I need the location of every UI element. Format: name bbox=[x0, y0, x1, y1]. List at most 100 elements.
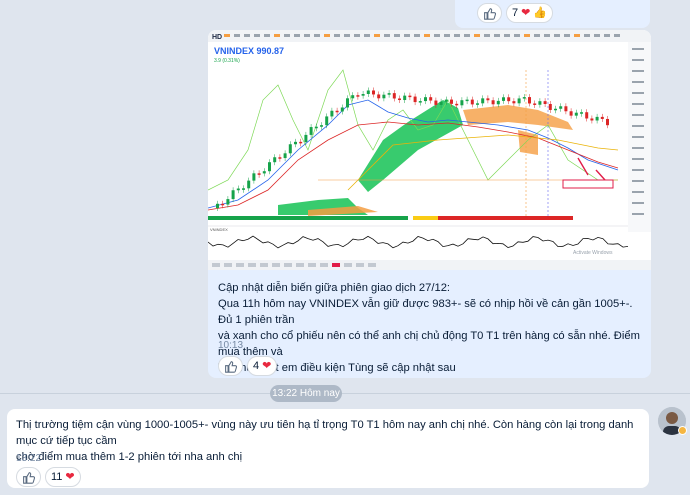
price-tick bbox=[632, 114, 644, 116]
chart-image[interactable]: HD VNINDEX 990.87 3.9 (0.31%) VNINDEX Ac… bbox=[208, 30, 651, 270]
toolbar-tick bbox=[534, 34, 540, 37]
candle bbox=[257, 173, 261, 175]
incoming-message-bubble: Thị trường tiệm cận vùng 1000-1005+- vùn… bbox=[7, 409, 649, 488]
message-reactions: 11 ❤ bbox=[16, 467, 81, 487]
text-line: Thị trường tiệm cận vùng 1000-1005+- vùn… bbox=[16, 419, 634, 447]
toolbar-tick bbox=[334, 34, 340, 37]
text-line: và xanh cho cổ phiếu nên có thể anh chị … bbox=[218, 330, 640, 358]
candle bbox=[418, 101, 422, 103]
thumbs-up-emoji-icon: 👍 bbox=[533, 6, 548, 19]
reaction-summary[interactable]: 11 ❤ bbox=[45, 467, 81, 487]
candle bbox=[502, 97, 505, 101]
thumbs-up-icon bbox=[225, 360, 237, 373]
toolbar-tick bbox=[594, 34, 600, 37]
candle bbox=[236, 188, 240, 191]
candle bbox=[387, 93, 391, 95]
toolbar-tick bbox=[494, 34, 500, 37]
toolbar-tick bbox=[364, 34, 370, 37]
candle bbox=[569, 111, 573, 116]
toolbar-tick bbox=[274, 34, 280, 37]
candle bbox=[247, 180, 251, 189]
watermark: Activate Windows bbox=[573, 250, 613, 256]
candle bbox=[590, 118, 594, 121]
toolbar-tick bbox=[554, 34, 560, 37]
candle bbox=[486, 98, 490, 101]
like-button[interactable] bbox=[16, 467, 41, 487]
candle bbox=[559, 106, 563, 109]
candle bbox=[512, 101, 516, 104]
toolbar-tick bbox=[564, 34, 570, 37]
svg-text:HD: HD bbox=[212, 34, 222, 41]
candle bbox=[600, 116, 604, 119]
price-tick bbox=[632, 169, 644, 171]
candle bbox=[522, 97, 526, 99]
toolbar-tick bbox=[260, 263, 268, 267]
toolbar-tick bbox=[284, 34, 290, 37]
toolbar-tick bbox=[236, 263, 244, 267]
price-tick bbox=[632, 125, 644, 127]
message-time: 10:13 bbox=[218, 340, 244, 351]
price-tick bbox=[632, 191, 644, 193]
price-tick bbox=[632, 48, 644, 50]
candle bbox=[231, 190, 235, 200]
chart-subtitle: 3.9 (0.31%) bbox=[214, 58, 240, 64]
toolbar-tick bbox=[356, 263, 364, 267]
candle bbox=[548, 103, 552, 110]
reaction-count: 7 bbox=[512, 7, 519, 19]
candle bbox=[496, 100, 500, 105]
candle bbox=[288, 144, 292, 154]
toolbar-tick bbox=[614, 34, 620, 37]
candle bbox=[299, 141, 303, 144]
candle bbox=[309, 127, 313, 135]
candle bbox=[346, 98, 349, 108]
toolbar-tick bbox=[212, 263, 220, 267]
like-button[interactable] bbox=[218, 356, 243, 376]
toolbar-tick bbox=[248, 263, 256, 267]
candle bbox=[606, 118, 609, 126]
toolbar-tick bbox=[320, 263, 328, 267]
toolbar-tick bbox=[374, 34, 380, 37]
price-tick bbox=[632, 213, 644, 215]
candle bbox=[574, 112, 578, 116]
reaction-summary[interactable]: 7 ❤ 👍 bbox=[506, 3, 554, 23]
candle bbox=[372, 90, 375, 95]
candle bbox=[216, 203, 219, 208]
price-tick bbox=[632, 158, 644, 160]
chart-title: VNINDEX 990.87 bbox=[214, 46, 284, 56]
toolbar-tick bbox=[584, 34, 590, 37]
candle bbox=[335, 110, 339, 113]
candle bbox=[408, 95, 412, 98]
candle bbox=[330, 110, 334, 117]
toolbar-tick bbox=[224, 263, 232, 267]
candle bbox=[481, 98, 485, 104]
divider-line bbox=[0, 393, 690, 394]
candle bbox=[403, 95, 407, 101]
candle bbox=[398, 98, 401, 101]
candle bbox=[455, 103, 459, 106]
reaction-summary[interactable]: 4 ❤ bbox=[247, 356, 278, 376]
toolbar-tick bbox=[514, 34, 520, 37]
candle bbox=[361, 94, 365, 96]
toolbar-tick bbox=[324, 34, 330, 37]
candle bbox=[580, 112, 583, 114]
toolbar-tick bbox=[344, 263, 352, 267]
toolbar-tick bbox=[454, 34, 460, 37]
like-button[interactable] bbox=[477, 3, 502, 23]
kumo-cloud bbox=[518, 130, 538, 155]
candle bbox=[595, 116, 599, 121]
toolbar-tick bbox=[524, 34, 530, 37]
candle bbox=[325, 116, 329, 126]
candle bbox=[444, 99, 448, 102]
candle bbox=[450, 99, 453, 104]
reaction-count: 11 bbox=[51, 471, 63, 483]
top-reactions: 7 ❤ 👍 bbox=[477, 3, 554, 23]
toolbar-tick bbox=[444, 34, 450, 37]
toolbar-tick bbox=[484, 34, 490, 37]
candle bbox=[533, 103, 537, 105]
candle bbox=[262, 171, 266, 174]
candle bbox=[226, 199, 230, 205]
candle bbox=[320, 125, 323, 127]
toolbar-tick bbox=[368, 263, 376, 267]
candle bbox=[356, 95, 360, 97]
toolbar-tick bbox=[272, 263, 280, 267]
